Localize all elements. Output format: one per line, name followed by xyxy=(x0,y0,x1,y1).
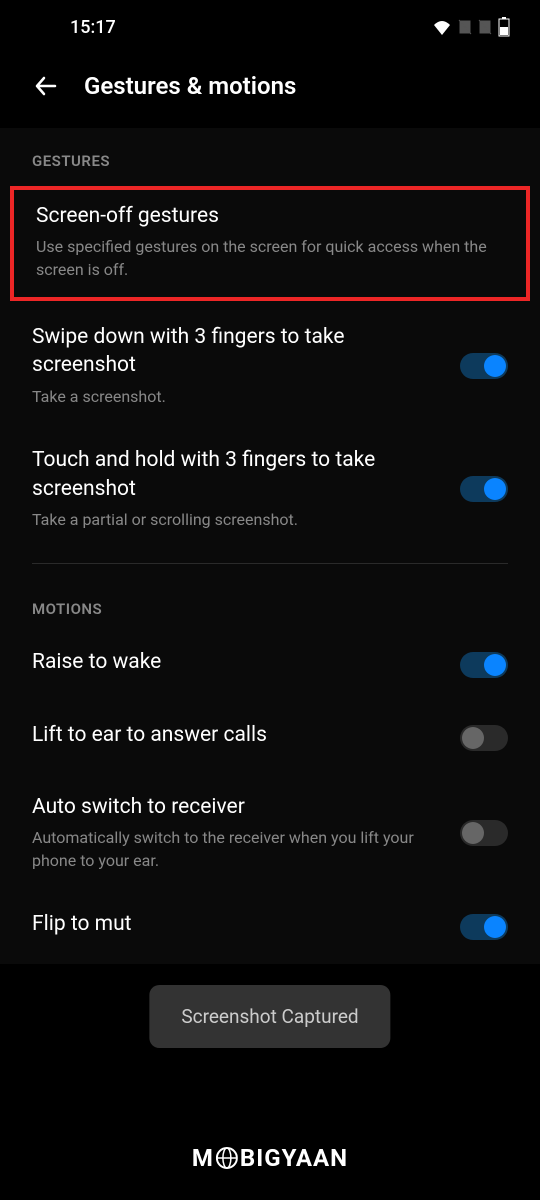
battery-icon xyxy=(498,17,510,37)
page-title: Gestures & motions xyxy=(84,72,296,100)
setting-title: Swipe down with 3 fingers to take screen… xyxy=(32,323,444,380)
toggle-swipe-screenshot[interactable] xyxy=(460,353,508,379)
setting-text: Touch and hold with 3 fingers to take sc… xyxy=(32,446,444,531)
arrow-left-icon xyxy=(33,73,59,99)
toggle-knob xyxy=(484,916,506,938)
toast: Screenshot Captured xyxy=(149,985,390,1048)
toggle-auto-switch-receiver[interactable] xyxy=(460,820,508,846)
wifi-icon xyxy=(432,19,452,35)
setting-text: Raise to wake xyxy=(32,648,444,682)
setting-subtitle: Take a partial or scrolling screenshot. xyxy=(32,509,444,531)
setting-raise-to-wake[interactable]: Raise to wake xyxy=(0,630,540,702)
watermark-prefix: M xyxy=(192,1144,214,1172)
toggle-touch-hold-screenshot[interactable] xyxy=(460,476,508,502)
setting-subtitle: Take a screenshot. xyxy=(32,386,444,408)
toggle-lift-to-ear[interactable] xyxy=(460,725,508,751)
setting-screen-off-gestures[interactable]: Screen-off gestures Use specified gestur… xyxy=(10,186,530,301)
toggle-flip-to-mute[interactable] xyxy=(460,914,508,940)
toggle-knob xyxy=(462,822,484,844)
setting-title: Raise to wake xyxy=(32,648,444,676)
setting-subtitle: Use specified gestures on the screen for… xyxy=(36,236,504,281)
back-button[interactable] xyxy=(32,72,60,100)
setting-title: Auto switch to receiver xyxy=(32,793,444,821)
setting-title: Touch and hold with 3 fingers to take sc… xyxy=(32,446,444,503)
watermark: M BIGYAAN xyxy=(192,1144,348,1172)
setting-auto-switch-receiver[interactable]: Auto switch to receiver Automatically sw… xyxy=(0,775,540,892)
content: GESTURES Screen-off gestures Use specifi… xyxy=(0,128,540,964)
status-icons xyxy=(432,17,510,37)
setting-text: Screen-off gestures Use specified gestur… xyxy=(36,202,504,281)
setting-subtitle: Automatically switch to the receiver whe… xyxy=(32,827,444,872)
setting-lift-to-ear[interactable]: Lift to ear to answer calls xyxy=(0,703,540,775)
setting-title: Screen-off gestures xyxy=(36,202,504,230)
status-time: 15:17 xyxy=(70,17,116,38)
toggle-knob xyxy=(484,654,506,676)
setting-text: Auto switch to receiver Automatically sw… xyxy=(32,793,444,872)
toggle-raise-to-wake[interactable] xyxy=(460,652,508,678)
status-bar: 15:17 xyxy=(0,0,540,50)
section-header-gestures: GESTURES xyxy=(0,128,540,182)
setting-title: Lift to ear to answer calls xyxy=(32,721,444,749)
setting-swipe-screenshot[interactable]: Swipe down with 3 fingers to take screen… xyxy=(0,305,540,428)
sim-disabled-icon-1 xyxy=(458,19,472,35)
setting-touch-hold-screenshot[interactable]: Touch and hold with 3 fingers to take sc… xyxy=(0,428,540,551)
header: Gestures & motions xyxy=(0,50,540,128)
toggle-knob xyxy=(484,478,506,500)
setting-text: Swipe down with 3 fingers to take screen… xyxy=(32,323,444,408)
setting-title: Flip to mut xyxy=(32,910,444,938)
setting-flip-to-mute[interactable]: Flip to mut xyxy=(0,892,540,964)
setting-text: Lift to ear to answer calls xyxy=(32,721,444,755)
setting-text: Flip to mut xyxy=(32,910,444,944)
toggle-knob xyxy=(462,727,484,749)
section-header-motions: MOTIONS xyxy=(0,576,540,630)
watermark-suffix: BIGYAAN xyxy=(240,1144,348,1172)
sim-disabled-icon-2 xyxy=(478,19,492,35)
globe-icon xyxy=(216,1147,238,1169)
toggle-knob xyxy=(484,355,506,377)
divider xyxy=(32,563,508,564)
